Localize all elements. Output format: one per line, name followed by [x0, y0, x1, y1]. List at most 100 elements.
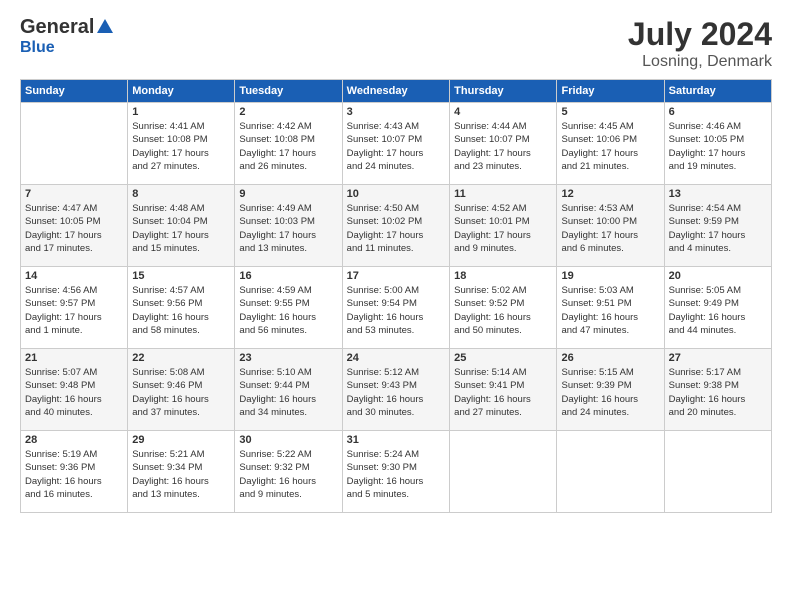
- day-info: Sunrise: 5:02 AM Sunset: 9:52 PM Dayligh…: [454, 284, 552, 337]
- calendar-cell: 11 Sunrise: 4:52 AM Sunset: 10:01 PM Dayl…: [450, 185, 557, 267]
- day-info: Sunrise: 4:49 AM Sunset: 10:03 PM Daylig…: [239, 202, 337, 255]
- calendar-week-4: 21Sunrise: 5:07 AM Sunset: 9:48 PM Dayli…: [21, 349, 772, 431]
- day-number: 9: [239, 188, 337, 200]
- calendar-cell: 27 Sunrise: 5:17 AM Sunset: 9:38 PM Dayli…: [664, 349, 771, 431]
- header: General Blue July 2024 Losning, Denmark: [20, 16, 772, 71]
- day-info: Sunrise: 5:24 AM Sunset: 9:30 PM Dayligh…: [347, 448, 445, 501]
- day-info: Sunrise: 5:14 AM Sunset: 9:41 PM Dayligh…: [454, 366, 552, 419]
- day-info: Sunrise: 4:43 AM Sunset: 10:07 PM Daylig…: [347, 120, 445, 173]
- main-title: July 2024: [628, 16, 772, 53]
- day-info: Sunrise: 4:57 AM Sunset: 9:56 PM Dayligh…: [132, 284, 230, 337]
- day-number: 1: [132, 106, 230, 118]
- calendar-cell: [664, 431, 771, 513]
- day-number: 5: [561, 106, 659, 118]
- day-number: 3: [347, 106, 445, 118]
- calendar-cell: 31 Sunrise: 5:24 AM Sunset: 9:30 PM Dayli…: [342, 431, 449, 513]
- day-number: 18: [454, 270, 552, 282]
- day-number: 8: [132, 188, 230, 200]
- day-info: Sunrise: 4:46 AM Sunset: 10:05 PM Daylig…: [669, 120, 767, 173]
- calendar-cell: [21, 103, 128, 185]
- day-info: Sunrise: 5:10 AM Sunset: 9:44 PM Dayligh…: [239, 366, 337, 419]
- day-info: Sunrise: 4:42 AM Sunset: 10:08 PM Daylig…: [239, 120, 337, 173]
- calendar-cell: 12 Sunrise: 4:53 AM Sunset: 10:00 PM Dayl…: [557, 185, 664, 267]
- day-number: 4: [454, 106, 552, 118]
- day-info: Sunrise: 5:17 AM Sunset: 9:38 PM Dayligh…: [669, 366, 767, 419]
- day-info: Sunrise: 4:47 AM Sunset: 10:05 PM Daylig…: [25, 202, 123, 255]
- logo: General Blue: [20, 16, 113, 57]
- day-number: 30: [239, 434, 337, 446]
- calendar-cell: 10Sunrise: 4:50 AM Sunset: 10:02 PM Dayl…: [342, 185, 449, 267]
- day-number: 12: [561, 188, 659, 200]
- day-info: Sunrise: 5:07 AM Sunset: 9:48 PM Dayligh…: [25, 366, 123, 419]
- calendar-cell: [450, 431, 557, 513]
- day-number: 25: [454, 352, 552, 364]
- calendar-cell: 29 Sunrise: 5:21 AM Sunset: 9:34 PM Dayli…: [128, 431, 235, 513]
- day-number: 2: [239, 106, 337, 118]
- calendar-cell: 15 Sunrise: 4:57 AM Sunset: 9:56 PM Dayli…: [128, 267, 235, 349]
- day-number: 31: [347, 434, 445, 446]
- header-row: SundayMondayTuesdayWednesdayThursdayFrid…: [21, 80, 772, 103]
- day-number: 15: [132, 270, 230, 282]
- calendar-week-1: 1 Sunrise: 4:41 AM Sunset: 10:08 PM Dayli…: [21, 103, 772, 185]
- calendar-cell: 2 Sunrise: 4:42 AM Sunset: 10:08 PM Dayli…: [235, 103, 342, 185]
- day-header-monday: Monday: [128, 80, 235, 103]
- calendar-cell: 28 Sunrise: 5:19 AM Sunset: 9:36 PM Dayli…: [21, 431, 128, 513]
- day-info: Sunrise: 5:21 AM Sunset: 9:34 PM Dayligh…: [132, 448, 230, 501]
- day-number: 27: [669, 352, 767, 364]
- day-number: 16: [239, 270, 337, 282]
- day-number: 23: [239, 352, 337, 364]
- day-info: Sunrise: 5:03 AM Sunset: 9:51 PM Dayligh…: [561, 284, 659, 337]
- day-number: 26: [561, 352, 659, 364]
- day-number: 6: [669, 106, 767, 118]
- day-number: 11: [454, 188, 552, 200]
- calendar-cell: 6 Sunrise: 4:46 AM Sunset: 10:05 PM Dayli…: [664, 103, 771, 185]
- day-info: Sunrise: 4:41 AM Sunset: 10:08 PM Daylig…: [132, 120, 230, 173]
- calendar-cell: 7 Sunrise: 4:47 AM Sunset: 10:05 PM Dayli…: [21, 185, 128, 267]
- calendar-cell: 26 Sunrise: 5:15 AM Sunset: 9:39 PM Dayli…: [557, 349, 664, 431]
- day-info: Sunrise: 4:45 AM Sunset: 10:06 PM Daylig…: [561, 120, 659, 173]
- day-info: Sunrise: 4:59 AM Sunset: 9:55 PM Dayligh…: [239, 284, 337, 337]
- calendar-cell: 13 Sunrise: 4:54 AM Sunset: 9:59 PM Dayli…: [664, 185, 771, 267]
- day-info: Sunrise: 4:53 AM Sunset: 10:00 PM Daylig…: [561, 202, 659, 255]
- calendar-cell: 24Sunrise: 5:12 AM Sunset: 9:43 PM Dayli…: [342, 349, 449, 431]
- calendar-cell: 19 Sunrise: 5:03 AM Sunset: 9:51 PM Dayli…: [557, 267, 664, 349]
- calendar-cell: 16 Sunrise: 4:59 AM Sunset: 9:55 PM Dayli…: [235, 267, 342, 349]
- day-number: 24: [347, 352, 445, 364]
- day-number: 20: [669, 270, 767, 282]
- logo-triangle-icon: [97, 19, 113, 33]
- day-number: 7: [25, 188, 123, 200]
- day-number: 28: [25, 434, 123, 446]
- calendar-cell: 1 Sunrise: 4:41 AM Sunset: 10:08 PM Dayli…: [128, 103, 235, 185]
- day-info: Sunrise: 5:22 AM Sunset: 9:32 PM Dayligh…: [239, 448, 337, 501]
- calendar-cell: 18 Sunrise: 5:02 AM Sunset: 9:52 PM Dayli…: [450, 267, 557, 349]
- day-header-wednesday: Wednesday: [342, 80, 449, 103]
- calendar-cell: 20Sunrise: 5:05 AM Sunset: 9:49 PM Dayli…: [664, 267, 771, 349]
- subtitle: Losning, Denmark: [628, 53, 772, 71]
- day-info: Sunrise: 5:15 AM Sunset: 9:39 PM Dayligh…: [561, 366, 659, 419]
- title-block: July 2024 Losning, Denmark: [628, 16, 772, 71]
- day-number: 13: [669, 188, 767, 200]
- day-number: 22: [132, 352, 230, 364]
- calendar-week-3: 14Sunrise: 4:56 AM Sunset: 9:57 PM Dayli…: [21, 267, 772, 349]
- calendar-cell: 14Sunrise: 4:56 AM Sunset: 9:57 PM Dayli…: [21, 267, 128, 349]
- logo-general: General: [20, 16, 94, 39]
- logo-text: General: [20, 16, 113, 39]
- day-info: Sunrise: 5:00 AM Sunset: 9:54 PM Dayligh…: [347, 284, 445, 337]
- day-number: 19: [561, 270, 659, 282]
- calendar-cell: 21Sunrise: 5:07 AM Sunset: 9:48 PM Dayli…: [21, 349, 128, 431]
- calendar-cell: 22 Sunrise: 5:08 AM Sunset: 9:46 PM Dayli…: [128, 349, 235, 431]
- calendar-cell: 4Sunrise: 4:44 AM Sunset: 10:07 PM Dayli…: [450, 103, 557, 185]
- day-info: Sunrise: 4:52 AM Sunset: 10:01 PM Daylig…: [454, 202, 552, 255]
- day-number: 10: [347, 188, 445, 200]
- day-info: Sunrise: 4:48 AM Sunset: 10:04 PM Daylig…: [132, 202, 230, 255]
- calendar-cell: 30 Sunrise: 5:22 AM Sunset: 9:32 PM Dayli…: [235, 431, 342, 513]
- day-number: 14: [25, 270, 123, 282]
- calendar-week-5: 28 Sunrise: 5:19 AM Sunset: 9:36 PM Dayli…: [21, 431, 772, 513]
- day-info: Sunrise: 5:19 AM Sunset: 9:36 PM Dayligh…: [25, 448, 123, 501]
- day-info: Sunrise: 5:08 AM Sunset: 9:46 PM Dayligh…: [132, 366, 230, 419]
- calendar-week-2: 7 Sunrise: 4:47 AM Sunset: 10:05 PM Dayli…: [21, 185, 772, 267]
- day-info: Sunrise: 4:54 AM Sunset: 9:59 PM Dayligh…: [669, 202, 767, 255]
- day-header-sunday: Sunday: [21, 80, 128, 103]
- logo-blue: Blue: [20, 39, 55, 57]
- day-number: 29: [132, 434, 230, 446]
